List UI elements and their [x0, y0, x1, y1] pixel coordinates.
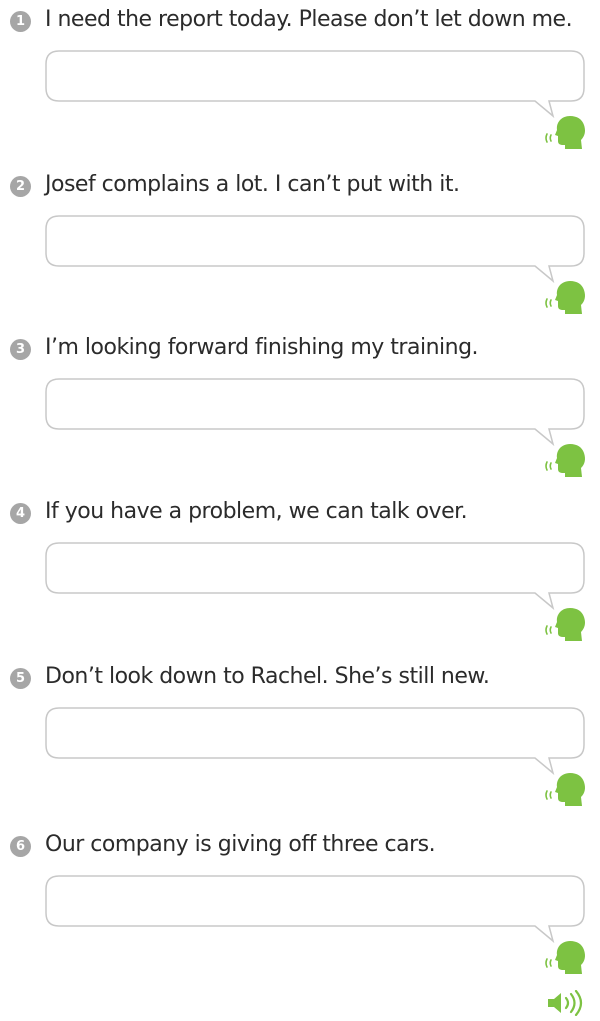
exercise-sentence: I need the report today. Please don’t le…: [45, 7, 573, 32]
speaking-head-icon[interactable]: [544, 606, 586, 642]
answer-bubble: [45, 707, 585, 776]
answer-input[interactable]: [55, 881, 574, 921]
speaking-head-icon[interactable]: [544, 771, 586, 807]
speaking-head-icon[interactable]: [544, 939, 586, 975]
answer-input[interactable]: [55, 384, 574, 424]
speaker-volume-icon[interactable]: [546, 989, 586, 1017]
answer-bubble: [45, 50, 585, 119]
answer-input[interactable]: [55, 713, 574, 753]
exercise-sentence: I’m looking forward finishing my trainin…: [45, 335, 479, 360]
answer-input[interactable]: [55, 221, 574, 261]
answer-bubble: [45, 875, 585, 944]
answer-bubble: [45, 215, 585, 284]
answer-input[interactable]: [55, 56, 574, 96]
speaking-head-icon[interactable]: [544, 114, 586, 150]
exercise-4: 4 If you have a problem, we can talk ove…: [0, 496, 600, 656]
answer-bubble: [45, 378, 585, 447]
exercise-6: 6 Our company is giving off three cars.: [0, 829, 600, 989]
exercise-number-badge: 2: [10, 176, 31, 197]
answer-input[interactable]: [55, 548, 574, 588]
exercise-number-badge: 3: [10, 339, 31, 360]
exercise-sentence: Josef complains a lot. I can’t put with …: [45, 172, 460, 197]
exercise-sentence: Don’t look down to Rachel. She’s still n…: [45, 664, 490, 689]
exercise-number-badge: 6: [10, 836, 31, 857]
exercise-2: 2 Josef complains a lot. I can’t put wit…: [0, 169, 600, 329]
speaking-head-icon[interactable]: [544, 279, 586, 315]
exercise-5: 5 Don’t look down to Rachel. She’s still…: [0, 661, 600, 821]
answer-bubble: [45, 542, 585, 611]
exercise-number-badge: 5: [10, 668, 31, 689]
exercise-3: 3 I’m looking forward finishing my train…: [0, 332, 600, 492]
speaking-head-icon[interactable]: [544, 442, 586, 478]
exercise-1: 1 I need the report today. Please don’t …: [0, 4, 600, 164]
exercise-sentence: Our company is giving off three cars.: [45, 832, 436, 857]
exercise-number-badge: 4: [10, 503, 31, 524]
exercise-sentence: If you have a problem, we can talk over.: [45, 499, 468, 524]
exercise-number-badge: 1: [10, 11, 31, 32]
